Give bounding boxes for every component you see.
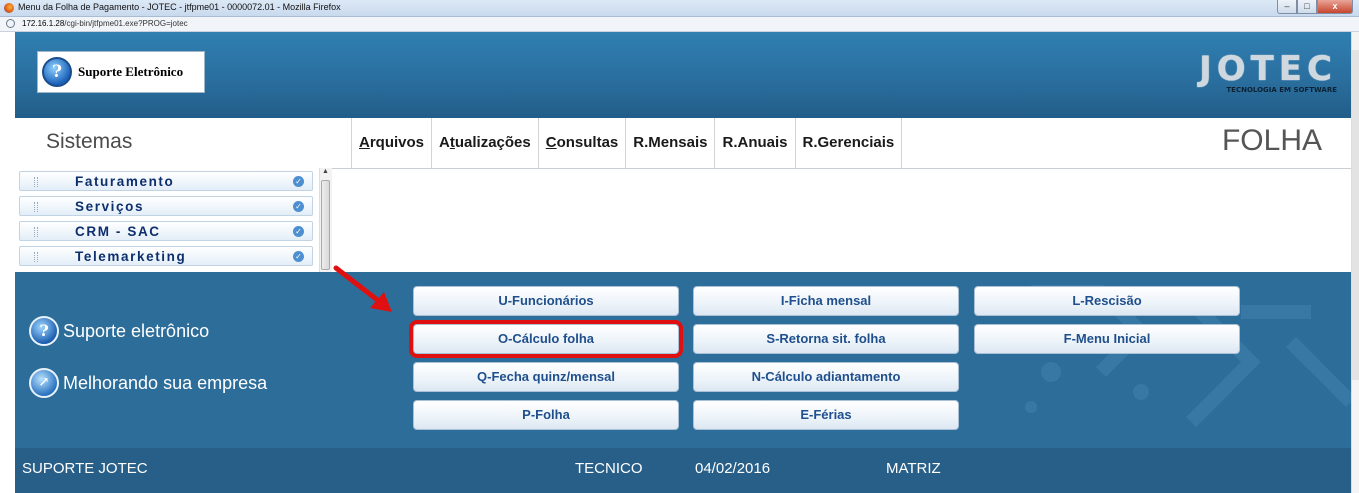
menu-ranuais[interactable]: R.Anuais — [714, 118, 794, 168]
scroll-up-icon[interactable]: ▲ — [322, 168, 329, 175]
main-menu: Arquivos Atualizações Consultas R.Mensai… — [351, 118, 903, 168]
maximize-button[interactable]: □ — [1297, 0, 1317, 14]
header-banner: ? Suporte Eletrônico JOTEC TECNOLOGIA EM… — [15, 32, 1351, 118]
support-link-label: Suporte eletrônico — [63, 320, 210, 341]
systems-list: Faturamento ✓ Serviços ✓ CRM - SAC ✓ Tel… — [15, 168, 331, 272]
system-label: Serviços — [75, 199, 145, 214]
url-host: 172.16.1.28 — [22, 19, 65, 28]
system-label: Faturamento — [75, 174, 175, 189]
system-item-telemarketing[interactable]: Telemarketing ✓ — [19, 246, 313, 266]
page-scroll-thumb[interactable] — [1352, 50, 1359, 380]
function-panel: ? Suporte eletrônico ↗ Melhorando sua em… — [15, 272, 1351, 448]
btn-calculo-folha[interactable]: O-Cálculo folha — [409, 320, 683, 358]
btn-calculo-adiantamento[interactable]: N-Cálculo adiantamento — [693, 362, 959, 392]
drag-grip-icon — [34, 177, 38, 187]
question-icon: ? — [29, 316, 59, 346]
menu-atualizacoes-rest: ualizações — [454, 134, 531, 151]
btn-funcionarios[interactable]: U-Funcionários — [413, 286, 679, 316]
question-icon: ? — [42, 57, 72, 87]
menu-atualizacoes[interactable]: Atualizações — [431, 118, 538, 168]
close-button[interactable]: x — [1317, 0, 1353, 14]
support-logo-text: Suporte Eletrônico — [78, 64, 184, 79]
btn-retorna-sit-folha[interactable]: S-Retorna sit. folha — [693, 324, 959, 354]
page-scrollbar[interactable] — [1351, 32, 1359, 493]
status-user: TECNICO — [575, 460, 643, 477]
menu-atualizacoes-pre: A — [439, 134, 450, 151]
url-path: /cgi-bin/jtfpme01.exe?PROG=jotec — [64, 19, 188, 28]
check-icon: ✓ — [293, 251, 304, 262]
status-bar: SUPORTE JOTEC TECNICO 04/02/2016 MATRIZ — [15, 448, 1351, 493]
system-item-faturamento[interactable]: Faturamento ✓ — [19, 171, 313, 191]
scroll-thumb[interactable] — [321, 180, 330, 270]
btn-ficha-mensal[interactable]: I-Ficha mensal — [693, 286, 959, 316]
section-title: Sistemas — [46, 130, 133, 153]
improve-link[interactable]: ↗ Melhorando sua empresa — [29, 368, 267, 398]
btn-ferias[interactable]: E-Férias — [693, 400, 959, 430]
drag-grip-icon — [34, 202, 38, 212]
system-item-servicos[interactable]: Serviços ✓ — [19, 196, 313, 216]
url-text[interactable]: 172.16.1.28/cgi-bin/jtfpme01.exe?PROG=jo… — [22, 19, 188, 28]
red-arrow-icon — [333, 265, 392, 312]
menu-consultas[interactable]: Consultas — [537, 118, 626, 168]
status-company: SUPORTE JOTEC — [22, 460, 148, 477]
support-logo[interactable]: ? Suporte Eletrônico — [37, 51, 205, 93]
status-date: 04/02/2016 — [695, 460, 771, 477]
firefox-icon — [4, 3, 14, 13]
status-branch: MATRIZ — [886, 460, 941, 477]
module-title: FOLHA — [1221, 124, 1322, 157]
btn-fecha-quinz-mensal[interactable]: Q-Fecha quinz/mensal — [413, 362, 679, 392]
system-item-crm-sac[interactable]: CRM - SAC ✓ — [19, 221, 313, 241]
check-icon: ✓ — [293, 176, 304, 187]
window-titlebar: Menu da Folha de Pagamento - JOTEC - jtf… — [0, 0, 1359, 17]
minimize-button[interactable]: – — [1277, 0, 1297, 14]
window-controls: – □ x — [1277, 0, 1353, 14]
menu-arquivos-accel: A — [359, 134, 370, 151]
site-identity-icon[interactable] — [6, 19, 15, 28]
menu-arquivos-rest: rquivos — [369, 134, 425, 151]
system-label: Telemarketing — [75, 249, 187, 264]
improve-link-label: Melhorando sua empresa — [63, 372, 268, 393]
menu-consultas-accel: C — [545, 134, 557, 151]
growth-chart-icon: ↗ — [29, 368, 59, 398]
address-bar[interactable]: 172.16.1.28/cgi-bin/jtfpme01.exe?PROG=jo… — [0, 17, 1359, 32]
menu-rmensais[interactable]: R.Mensais — [625, 118, 714, 168]
page: ? Suporte Eletrônico JOTEC TECNOLOGIA EM… — [15, 32, 1351, 493]
menu-arquivos[interactable]: Arquivos — [351, 118, 431, 168]
menu-bar: Sistemas Arquivos Atualizações Consultas… — [15, 118, 1351, 169]
check-icon: ✓ — [293, 226, 304, 237]
check-icon: ✓ — [293, 201, 304, 212]
jotec-logo: JOTEC TECNOLOGIA EM SOFTWARE — [1187, 50, 1337, 102]
drag-grip-icon — [34, 252, 38, 262]
drag-grip-icon — [34, 227, 38, 237]
menu-consultas-rest: onsultas — [556, 134, 619, 151]
systems-scrollbar[interactable]: ▲ — [319, 168, 332, 272]
system-label: CRM - SAC — [75, 224, 161, 239]
menu-rgerenciais[interactable]: R.Gerenciais — [794, 118, 903, 168]
btn-folha[interactable]: P-Folha — [413, 400, 679, 430]
brand-word: JOTEC — [1199, 49, 1337, 89]
btn-menu-inicial[interactable]: F-Menu Inicial — [974, 324, 1240, 354]
window-title: Menu da Folha de Pagamento - JOTEC - jtf… — [18, 2, 341, 12]
support-link[interactable]: ? Suporte eletrônico — [29, 316, 209, 346]
btn-rescisao[interactable]: L-Rescisão — [974, 286, 1240, 316]
